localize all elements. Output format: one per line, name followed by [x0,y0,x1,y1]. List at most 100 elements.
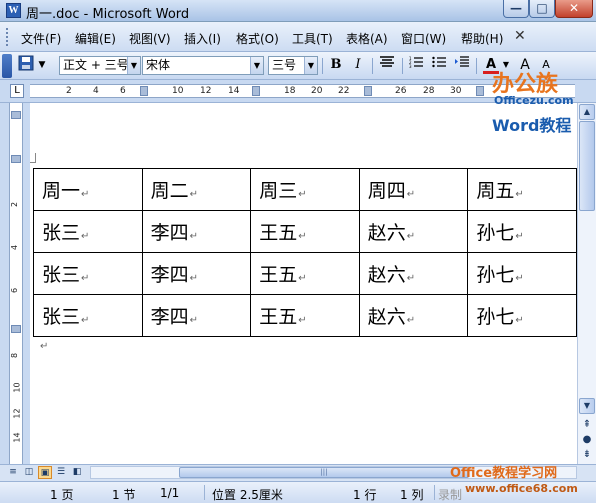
ruler-number: 4 [93,86,99,96]
row-marker[interactable] [11,111,21,119]
cell-text: 王五 [259,222,298,244]
cell-end-mark: ↵ [515,231,524,242]
bulleted-list-icon[interactable] [428,55,450,75]
minimize-button[interactable]: — [503,0,529,18]
toolbar-separator [402,58,403,74]
normal-view-icon[interactable]: ≡ [6,466,20,479]
outline-view-icon[interactable]: ☰ [54,466,68,479]
font-size-combo[interactable]: 三号 ▼ [268,56,318,75]
cell-end-mark: ↵ [81,315,90,326]
menu-help[interactable]: 帮助(H) [461,30,503,47]
table-cell[interactable]: 孙七↵ [467,294,577,337]
column-marker[interactable] [140,86,148,96]
table-cell[interactable]: 赵六↵ [358,210,469,253]
table-cell[interactable]: 张三↵ [33,210,143,253]
table-cell[interactable]: 赵六↵ [358,294,469,337]
toolbar-options-icon[interactable]: ▼ [36,55,48,75]
row-marker[interactable] [11,155,21,163]
print-layout-icon[interactable]: ▣ [38,466,52,479]
table-cell[interactable]: 李四↵ [141,210,252,253]
table-cell[interactable]: 张三↵ [33,294,143,337]
chevron-down-icon[interactable]: ▼ [127,57,140,74]
toolbar-grip[interactable] [2,54,12,78]
font-value: 宋体 [146,58,171,72]
scroll-down-icon[interactable]: ▼ [579,398,595,414]
save-icon[interactable] [15,55,37,75]
table-cell[interactable]: 周二↵ [141,168,252,211]
chevron-down-icon[interactable]: ▼ [304,57,317,74]
menu-file[interactable]: 文件(F) [21,30,61,47]
table-cell[interactable]: 周一↵ [33,168,143,211]
menu-window[interactable]: 窗口(W) [401,30,446,47]
cell-end-mark: ↵ [298,315,307,326]
menu-tools[interactable]: 工具(T) [292,30,333,47]
menu-insert[interactable]: 插入(I) [184,30,221,47]
cell-text: 周二 [150,180,189,202]
close-button[interactable]: ✕ [555,0,593,18]
table-cell[interactable]: 赵六↵ [358,252,469,295]
ruler-number: 26 [395,86,407,96]
style-combo[interactable]: 正文 + 三号 ▼ [59,56,141,75]
table-move-handle[interactable]: ⁞ [30,156,31,166]
table-cell[interactable]: 周五↵ [467,168,577,211]
table-cell[interactable]: 王五↵ [250,210,360,253]
menu-table[interactable]: 表格(A) [346,30,388,47]
web-layout-icon[interactable]: ◫ [22,466,36,479]
row-marker[interactable] [11,325,21,333]
vertical-ruler[interactable]: 2 4 6 8 10 12 14 [9,103,23,464]
align-center-icon[interactable] [376,55,398,75]
table-cell[interactable]: 张三↵ [33,252,143,295]
watermark-site-text: Officezu.com [494,94,574,107]
ruler-number: 6 [120,86,126,96]
chevron-down-icon[interactable]: ▼ [250,57,263,74]
cell-end-mark: ↵ [515,315,524,326]
document-page[interactable]: ⁞ 周一↵ 周二↵ 周三↵ 周四↵ 周五↵ 张三↵ 李四↵ 王五↵ 赵六↵ 孙七… [30,103,577,464]
office68-watermark-url: www.office68.com [465,482,578,495]
column-marker[interactable] [476,86,484,96]
menu-close-doc-icon[interactable]: ✕ [514,28,526,44]
numbered-list-icon[interactable]: 123 [405,55,427,75]
table-cell[interactable]: 李四↵ [141,252,252,295]
word-app-icon[interactable]: W [6,3,21,18]
table-cell[interactable]: 周四↵ [358,168,469,211]
schedule-table[interactable]: 周一↵ 周二↵ 周三↵ 周四↵ 周五↵ 张三↵ 李四↵ 王五↵ 赵六↵ 孙七↵ … [33,168,577,337]
font-combo[interactable]: 宋体 ▼ [142,56,264,75]
table-cell[interactable]: 王五↵ [250,252,360,295]
cell-text: 李四 [150,222,189,244]
bold-button[interactable]: B [325,55,347,75]
ruler-number: 10 [172,86,184,96]
menu-grip[interactable] [6,28,9,46]
table-cell[interactable]: 周三↵ [250,168,360,211]
indent-icon[interactable] [451,55,473,75]
select-browse-object-icon[interactable]: ● [581,434,593,446]
cell-end-mark: ↵ [81,231,90,242]
paragraph-mark: ↵ [40,341,49,352]
horizontal-scroll-thumb[interactable]: ||| [179,467,469,478]
menu-format[interactable]: 格式(O) [236,30,279,47]
previous-page-icon[interactable]: ⇞ [581,419,593,431]
vertical-scrollbar[interactable]: ▲ ▼ ⇞ ● ⇟ [577,103,596,464]
table-cell[interactable]: 孙七↵ [467,210,577,253]
status-position: 位置 2.5厘米 [212,488,283,502]
menu-view[interactable]: 视图(V) [129,30,171,47]
reading-layout-icon[interactable]: ◧ [70,466,84,479]
table-row: 张三↵ 李四↵ 王五↵ 赵六↵ 孙七↵ [33,210,577,253]
ruler-number: 10 [12,382,22,393]
italic-button[interactable]: I [347,55,369,75]
column-marker[interactable] [252,86,260,96]
ruler-number: 14 [228,86,240,96]
maximize-button[interactable]: □ [529,0,555,18]
table-cell[interactable]: 孙七↵ [467,252,577,295]
next-page-icon[interactable]: ⇟ [581,449,593,461]
column-marker[interactable] [364,86,372,96]
status-line: 1 行 [353,488,377,502]
table-cell[interactable]: 王五↵ [250,294,360,337]
menu-edit[interactable]: 编辑(E) [75,30,116,47]
cell-end-mark: ↵ [515,273,524,284]
tab-selector[interactable]: L [10,84,24,98]
status-record[interactable]: 录制 [438,486,462,503]
cell-text: 李四 [150,306,189,328]
cell-end-mark: ↵ [406,189,416,200]
table-cell[interactable]: 李四↵ [141,294,252,337]
cell-end-mark: ↵ [298,273,307,284]
